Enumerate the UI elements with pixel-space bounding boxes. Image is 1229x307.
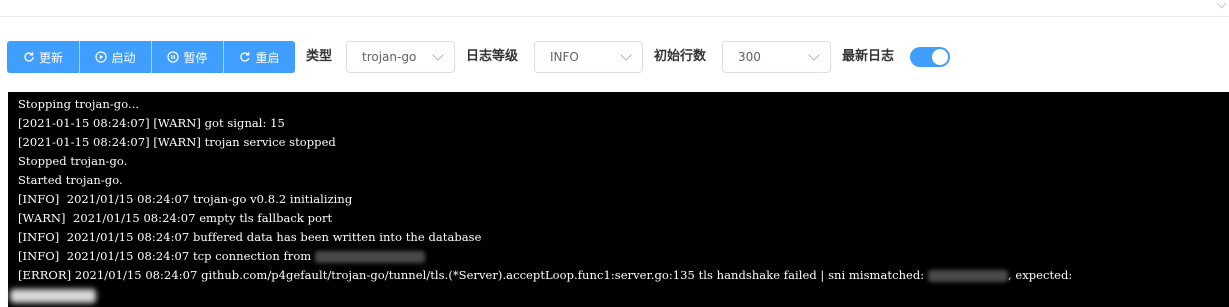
log-line: [2021-01-15 08:24:07] [WARN] trojan serv… bbox=[18, 135, 336, 149]
log-level-select-value: INFO bbox=[550, 50, 579, 64]
restart-button-label: 重启 bbox=[255, 50, 280, 65]
log-line-text: [INFO] 2021/01/15 08:24:07 tcp connectio… bbox=[18, 249, 312, 263]
log-line: [INFO] 2021/01/15 08:24:07 buffered data… bbox=[18, 230, 482, 244]
log-viewer-page: 更新 启动 暂停 重启 类型 trojan-go 日志等级 INFO 初始行数 … bbox=[0, 0, 1229, 307]
refresh-button-label: 更新 bbox=[38, 50, 63, 65]
redacted-ip bbox=[314, 251, 425, 263]
toggle-knob bbox=[932, 49, 948, 65]
log-console[interactable]: Stopping trojan-go... [2021-01-15 08:24:… bbox=[8, 92, 1229, 307]
type-label: 类型 bbox=[306, 49, 333, 64]
redacted-sni bbox=[927, 270, 1008, 282]
pause-circle-icon bbox=[167, 51, 180, 63]
latest-log-toggle[interactable] bbox=[910, 47, 950, 67]
restart-icon bbox=[239, 51, 251, 63]
refresh-button[interactable]: 更新 bbox=[7, 41, 79, 73]
chevron-down-icon bbox=[620, 49, 632, 61]
log-line: [INFO] 2021/01/15 08:24:07 trojan-go v0.… bbox=[18, 192, 353, 206]
log-line: Stopping trojan-go... bbox=[18, 97, 140, 111]
initial-lines-select[interactable]: 300 bbox=[722, 41, 831, 73]
pause-button[interactable]: 暂停 bbox=[151, 41, 223, 73]
type-select-value: trojan-go bbox=[362, 50, 417, 64]
log-level-label: 日志等级 bbox=[466, 49, 519, 64]
chevron-down-icon bbox=[808, 49, 820, 61]
error-line-text: [ERROR] 2021/01/15 08:24:07 github.com/p… bbox=[18, 268, 925, 282]
log-line: Stopped trojan-go. bbox=[18, 154, 128, 168]
log-level-select[interactable]: INFO bbox=[534, 41, 643, 73]
start-button-label: 启动 bbox=[111, 50, 136, 65]
play-circle-icon bbox=[95, 51, 108, 63]
restart-button[interactable]: 重启 bbox=[223, 41, 295, 73]
chevron-down-icon[interactable] bbox=[1216, 0, 1227, 9]
initial-lines-select-value: 300 bbox=[738, 50, 761, 64]
action-button-group: 更新 启动 暂停 重启 bbox=[7, 41, 295, 73]
latest-log-label: 最新日志 bbox=[842, 49, 895, 64]
log-line: [2021-01-15 08:24:07] [WARN] got signal:… bbox=[18, 116, 285, 130]
redacted-region bbox=[10, 289, 96, 303]
log-line: [WARN] 2021/01/15 08:24:07 empty tls fal… bbox=[18, 211, 333, 225]
log-line-error: [ERROR] 2021/01/15 08:24:07 github.com/p… bbox=[18, 268, 1072, 282]
type-select[interactable]: trojan-go bbox=[346, 41, 455, 73]
chevron-down-icon bbox=[432, 49, 444, 61]
log-line: Started trojan-go. bbox=[18, 173, 123, 187]
log-line-tcp-connection: [INFO] 2021/01/15 08:24:07 tcp connectio… bbox=[18, 249, 425, 263]
initial-lines-label: 初始行数 bbox=[654, 49, 707, 64]
pause-button-label: 暂停 bbox=[183, 50, 208, 65]
refresh-icon bbox=[23, 51, 35, 63]
start-button[interactable]: 启动 bbox=[79, 41, 151, 73]
error-line-suffix: , expected: bbox=[1007, 268, 1073, 282]
top-divider bbox=[0, 16, 1229, 17]
